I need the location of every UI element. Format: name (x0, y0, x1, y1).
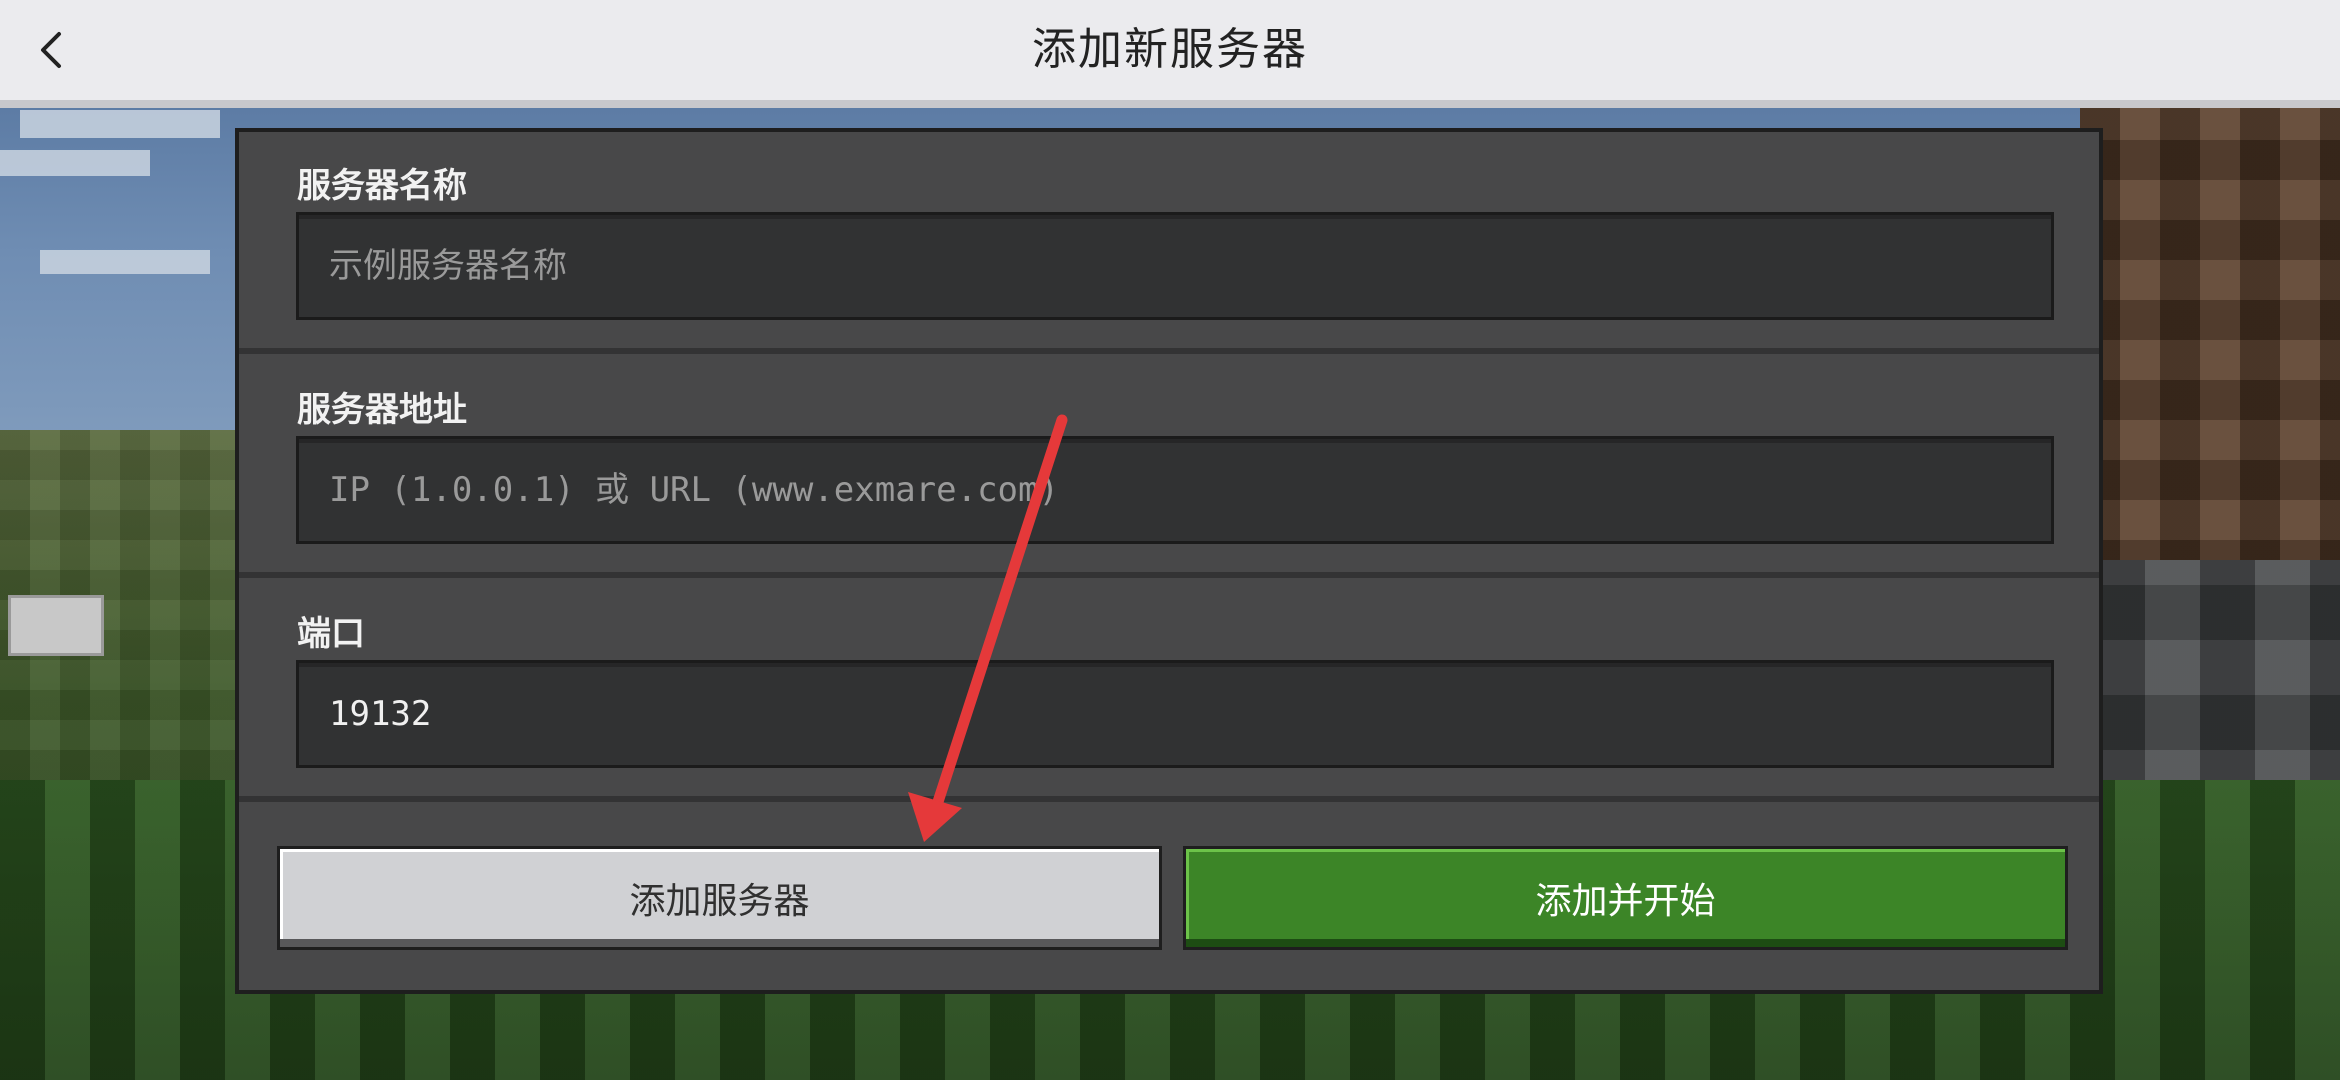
server-address-field-frame (296, 436, 2054, 544)
action-buttons: 添加服务器 添加并开始 (239, 804, 2099, 990)
server-name-input[interactable] (299, 215, 2051, 317)
port-label: 端口 (297, 614, 365, 654)
server-address-section: 服务器地址 (239, 356, 2099, 578)
cloud (40, 250, 210, 274)
port-input[interactable] (299, 663, 2051, 765)
server-address-label: 服务器地址 (297, 390, 467, 430)
server-name-section: 服务器名称 (239, 132, 2099, 354)
page-title: 添加新服务器 (1032, 24, 1308, 75)
add-and-start-button[interactable]: 添加并开始 (1183, 846, 2068, 950)
server-address-input[interactable] (299, 439, 2051, 541)
server-name-field-frame (296, 212, 2054, 320)
add-server-button[interactable]: 添加服务器 (277, 846, 1162, 950)
cloud (0, 150, 150, 176)
add-and-start-button-label: 添加并开始 (1535, 881, 1716, 922)
port-field-frame (296, 660, 2054, 768)
add-server-panel: 服务器名称 服务器地址 端口 添加服务器 添加并开始 (235, 128, 2103, 994)
sheep (8, 595, 104, 656)
port-section: 端口 (239, 580, 2099, 802)
top-bar: 添加新服务器 (0, 0, 2340, 108)
cloud (20, 110, 220, 138)
add-server-button-label: 添加服务器 (629, 881, 810, 922)
server-name-label: 服务器名称 (297, 166, 467, 206)
